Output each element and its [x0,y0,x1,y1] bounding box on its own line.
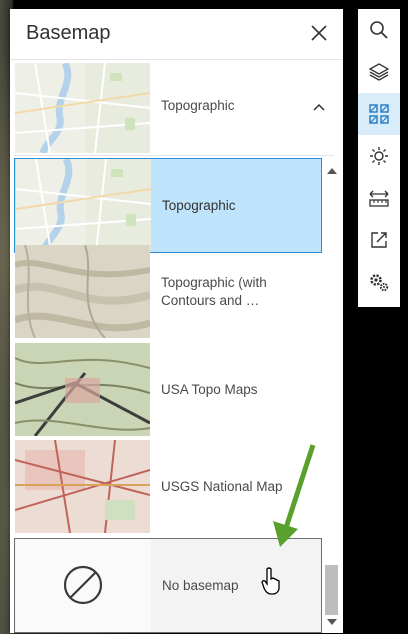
measure-button[interactable] [358,177,400,219]
measure-icon [369,190,389,207]
current-basemap-thumbnail [15,63,150,153]
scrollbar[interactable] [322,160,341,633]
basemap-item-topographic-contours[interactable]: Topographic (with Contours and … [14,245,322,340]
scroll-thumb[interactable] [325,565,338,615]
scroll-up-arrow[interactable] [327,168,337,174]
basemap-label: USA Topo Maps [161,381,258,397]
basemap-label: Topographic [162,197,236,213]
sun-icon [370,147,388,165]
search-icon [370,21,388,39]
settings-icon [370,274,389,292]
widget-toolbar [358,9,400,307]
basemap-gallery-icon [369,104,389,124]
scroll-down-arrow[interactable] [327,619,337,625]
usa-topo-thumbnail [15,343,150,436]
search-button[interactable] [358,9,400,51]
annotation-arrow-icon [273,444,316,547]
share-button[interactable] [358,219,400,261]
chevron-up-icon[interactable] [312,100,326,114]
layers-icon [368,63,390,81]
no-basemap-thumbnail [16,539,151,632]
basemap-item-topographic[interactable]: Topographic [14,158,322,253]
basemap-item-usa-topo[interactable]: USA Topo Maps [14,343,322,438]
layers-button[interactable] [358,51,400,93]
settings-button[interactable] [358,261,400,303]
prohibited-icon [63,565,103,605]
basemap-label: Topographic (with Contours and … [161,274,267,308]
share-icon [371,232,387,248]
close-icon[interactable] [307,21,331,45]
daylight-button[interactable] [358,135,400,177]
current-basemap-toggle[interactable]: Topographic [14,60,334,156]
current-basemap-label: Topographic [161,98,235,113]
topographic-contours-thumbnail [15,245,150,338]
usgs-national-thumbnail [15,440,150,533]
panel-title: Basemap [26,22,111,44]
basemap-gallery-button[interactable] [358,93,400,135]
hand-cursor-icon [261,567,280,595]
panel-header: Basemap [10,9,343,60]
topographic-thumbnail [16,159,151,252]
